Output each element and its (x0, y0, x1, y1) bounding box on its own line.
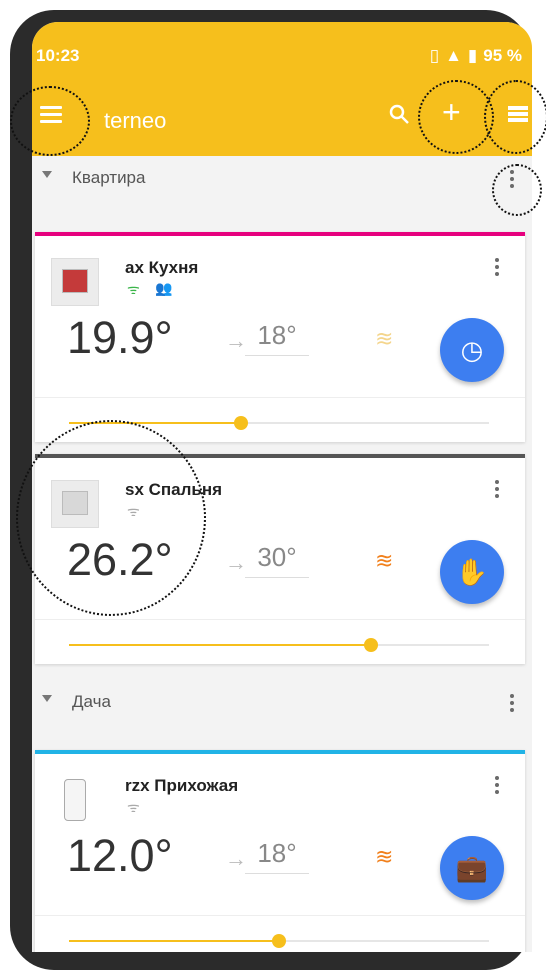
setpoint-temperature[interactable]: 18° (245, 320, 309, 356)
schedule-mode-button[interactable]: ◷ (440, 318, 504, 382)
status-time: 10:23 (36, 46, 80, 65)
slider-fill (69, 644, 372, 646)
slider-thumb[interactable] (364, 638, 379, 652)
signal-icon: ▲ (445, 46, 462, 65)
shared-users-icon: 👥 (155, 280, 173, 296)
temperature-slider[interactable] (69, 934, 489, 948)
battery-level: 95 % (483, 46, 522, 65)
group-name: Дача (72, 692, 111, 711)
caret-down-icon[interactable] (42, 695, 52, 702)
more-vert-icon[interactable] (510, 694, 514, 715)
manual-mode-button[interactable]: ✋ (440, 540, 504, 604)
divider (35, 915, 525, 916)
wifi-icon: ᯤ (127, 281, 140, 297)
group-header-kvartira[interactable]: Квартира (32, 156, 532, 204)
callout-circle (16, 420, 206, 616)
callout-circle (484, 80, 546, 154)
more-vert-icon[interactable] (495, 776, 499, 797)
callout-circle (418, 80, 494, 154)
arrow-icon: → (225, 328, 247, 353)
search-icon[interactable] (387, 102, 411, 126)
device-name: rzx Прихожая (125, 776, 239, 795)
current-temperature: 19.9° (67, 312, 173, 363)
arrow-icon: → (225, 550, 247, 575)
arrow-icon: → (225, 846, 247, 871)
setpoint-temperature[interactable]: 30° (245, 542, 309, 578)
heating-icon: ≋ (375, 548, 394, 573)
divider (35, 397, 525, 398)
more-vert-icon[interactable] (495, 258, 499, 279)
callout-circle (492, 164, 542, 216)
clock-icon: ◷ (460, 334, 484, 365)
group-name: Квартира (72, 168, 146, 187)
hand-icon: ✋ (455, 556, 489, 587)
group-color-stripe (35, 750, 525, 754)
slider-thumb[interactable] (234, 416, 249, 430)
slider-fill (69, 940, 279, 942)
status-bar: 10:23 ▯ ▲ ▮ 95 % (32, 42, 532, 70)
device-card[interactable]: ax Кухня ᯤ 👥 19.9° → 18° ≋ ◷ (35, 232, 525, 442)
device-card[interactable]: rzx Прихожая ᯤ 12.0° → 18° ≋ 💼 (35, 750, 525, 952)
battery-icon: ▮ (467, 46, 478, 65)
group-color-stripe (35, 232, 525, 236)
wifi-icon: ᯤ (127, 799, 140, 815)
device-name: ax Кухня (125, 258, 199, 277)
briefcase-icon: 💼 (455, 852, 489, 883)
slider-thumb[interactable] (272, 934, 286, 948)
callout-circle (10, 86, 90, 156)
group-header-dacha[interactable]: Дача (32, 680, 532, 728)
status-icons: ▯ ▲ ▮ 95 % (430, 46, 522, 66)
app-title: terneo (104, 108, 167, 133)
vibrate-icon: ▯ (429, 46, 440, 65)
heating-icon: ≋ (375, 844, 394, 869)
device-thumbnail (51, 258, 99, 306)
temperature-slider[interactable] (69, 638, 489, 652)
current-temperature: 12.0° (67, 830, 173, 881)
caret-down-icon[interactable] (42, 171, 52, 178)
device-thumbnail (51, 776, 99, 824)
divider (35, 619, 525, 620)
more-vert-icon[interactable] (495, 480, 499, 501)
heating-icon: ≋ (375, 326, 394, 351)
setpoint-temperature[interactable]: 18° (245, 838, 309, 874)
away-mode-button[interactable]: 💼 (440, 836, 504, 900)
